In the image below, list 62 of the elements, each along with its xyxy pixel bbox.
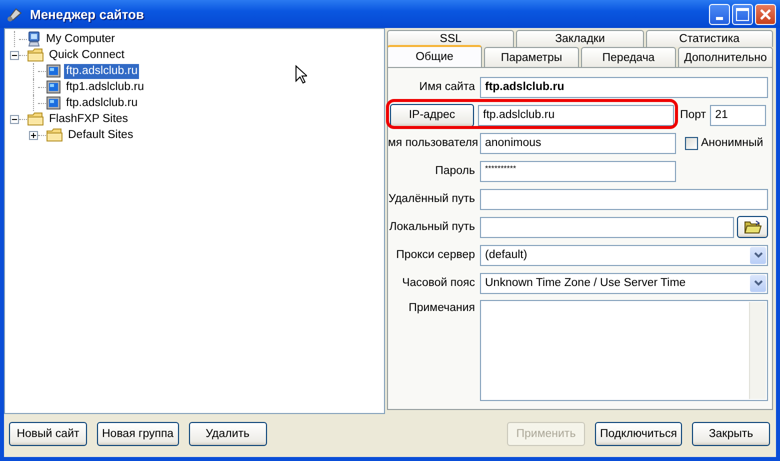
proxy-dropdown[interactable]: (default): [480, 244, 768, 266]
tree-item[interactable]: ftp.adslclub.ru: [64, 96, 140, 110]
collapse-icon[interactable]: [10, 114, 19, 124]
satellite-icon: [6, 6, 24, 22]
window-title: Менеджер сайтов: [30, 6, 144, 22]
action-button[interactable]: Новый сайт: [9, 422, 87, 446]
tab[interactable]: Закладки: [516, 30, 644, 47]
port-field[interactable]: 21: [710, 104, 766, 126]
tree-item[interactable]: My Computer: [44, 32, 118, 46]
action-button[interactable]: Новая группа: [97, 422, 179, 446]
browse-button[interactable]: [737, 216, 768, 238]
tree-item[interactable]: ftp.adslclub.ru: [64, 64, 139, 78]
address-type-button[interactable]: IP-адрес: [390, 104, 474, 126]
tab[interactable]: Статистика: [646, 30, 773, 47]
password-field[interactable]: **********: [480, 160, 676, 182]
collapse-icon[interactable]: [10, 50, 19, 60]
action-button[interactable]: Закрыть: [692, 422, 770, 446]
folder-icon: [27, 48, 44, 62]
tree-item[interactable]: ftp1.adslclub.ru: [64, 80, 146, 94]
monitor-icon: [46, 64, 61, 78]
tab[interactable]: Дополнительно: [678, 47, 773, 67]
username-field[interactable]: anonimous: [480, 132, 676, 154]
field-label: Примечания: [408, 301, 476, 314]
tree-item[interactable]: Quick Connect: [47, 48, 126, 62]
action-button[interactable]: Удалить: [188, 422, 267, 446]
expand-icon[interactable]: [29, 130, 38, 140]
tab[interactable]: Передача: [581, 47, 676, 67]
notes-field[interactable]: [480, 300, 768, 401]
checkbox-label: Анонимный: [701, 137, 764, 149]
timezone-dropdown[interactable]: Unknown Time Zone / Use Server Time: [480, 272, 768, 294]
tab[interactable]: Общие: [387, 45, 482, 67]
close-icon: [759, 8, 772, 20]
folder-icon: [744, 220, 762, 234]
tree-item[interactable]: FlashFXP Sites: [47, 112, 130, 126]
caret-icon: [754, 280, 762, 286]
caret-icon: [754, 252, 762, 258]
local-path-field[interactable]: [480, 216, 734, 238]
mouse-cursor-icon: [295, 65, 307, 84]
field-label: Локальный путь: [388, 221, 476, 233]
field-label: Удалённый путь: [388, 193, 476, 205]
tree-item[interactable]: Default Sites: [66, 128, 136, 142]
minimize-button[interactable]: [709, 4, 730, 24]
folder-icon: [46, 128, 63, 142]
monitor-icon: [46, 96, 61, 110]
tab[interactable]: Параметры: [484, 47, 579, 67]
computer-icon: [27, 31, 41, 47]
checkbox[interactable]: [685, 136, 698, 150]
maximize-button[interactable]: [732, 4, 753, 24]
close-button[interactable]: [755, 4, 776, 24]
field-label: Часовой пояс: [401, 277, 476, 289]
field-label: Пароль: [434, 165, 476, 177]
site-name-field[interactable]: ftp.adslclub.ru: [480, 76, 768, 98]
tab[interactable]: SSL: [387, 30, 514, 47]
field-label: Прокси сервер: [395, 249, 476, 261]
field-label: Порт: [679, 109, 708, 121]
folder-icon: [27, 112, 44, 126]
remote-path-field[interactable]: [480, 188, 768, 210]
field-label: мя пользователя: [388, 137, 480, 149]
action-button[interactable]: Подключиться: [594, 422, 682, 446]
field-label: Имя сайта: [418, 81, 476, 93]
monitor-icon: [46, 80, 61, 94]
address-field[interactable]: ftp.adslclub.ru: [478, 104, 674, 126]
